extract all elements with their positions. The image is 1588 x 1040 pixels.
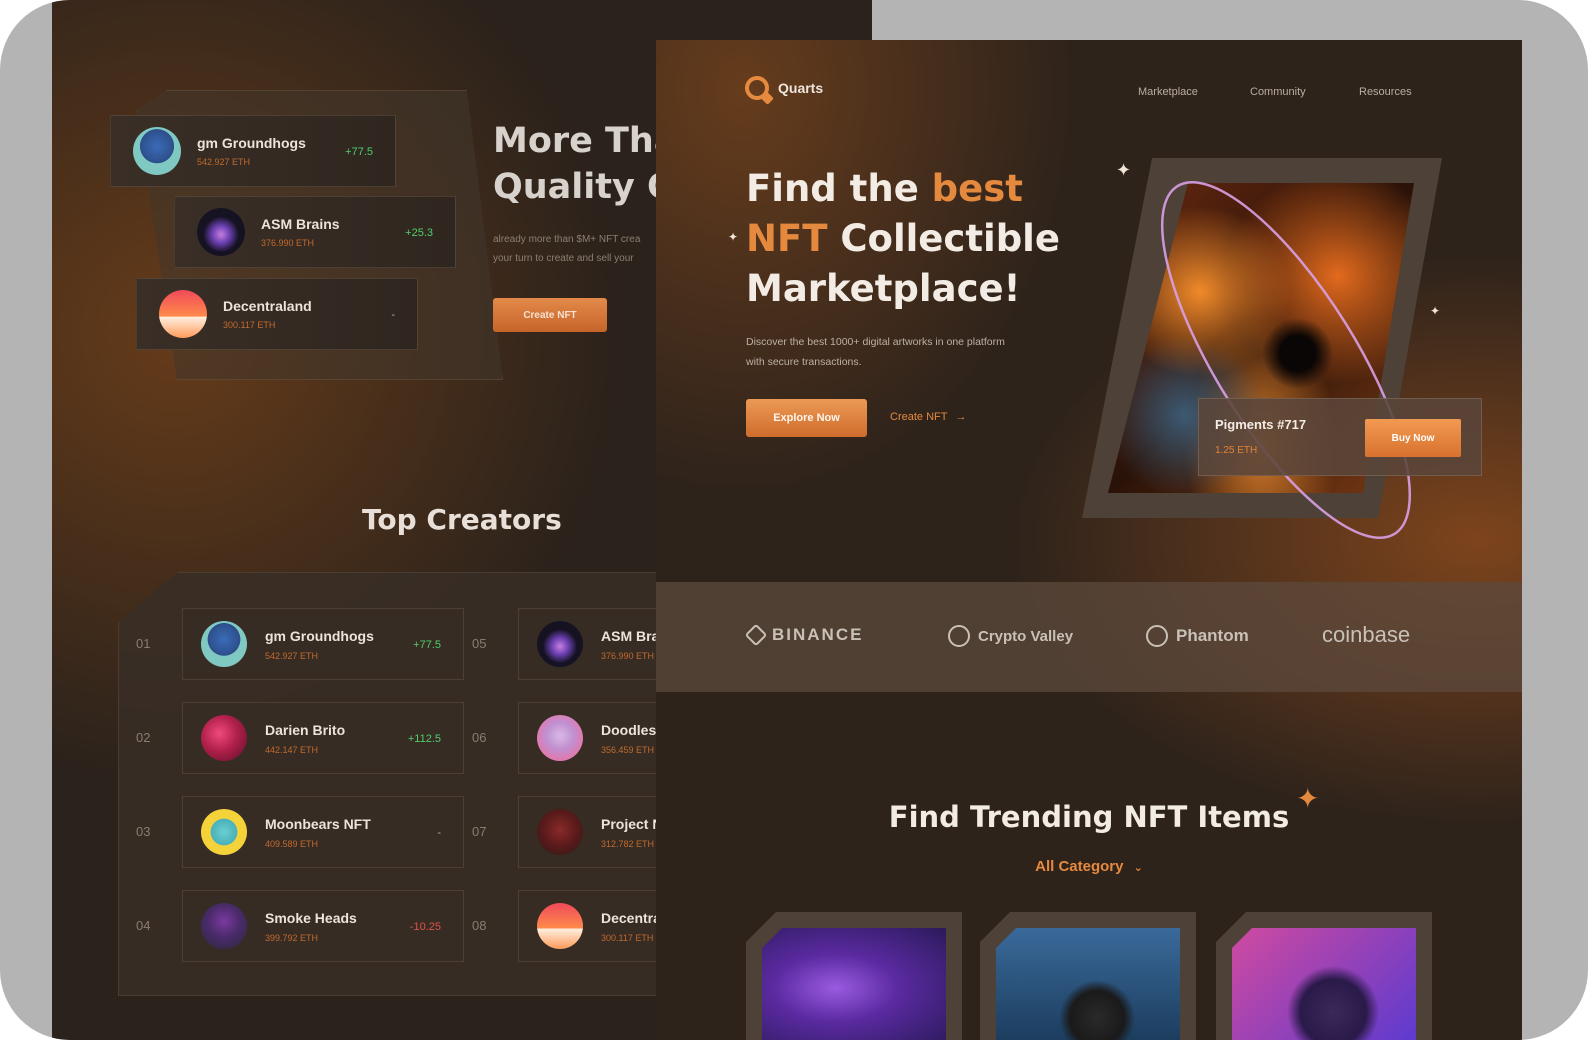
hero-headline: Find the best NFT Collectible Marketplac… — [746, 164, 1060, 314]
creator-row[interactable]: 02 Darien Brito 442.147 ETH +112.5 — [136, 702, 476, 774]
avatar — [133, 127, 181, 175]
creator-change: +77.5 — [345, 146, 373, 158]
creator-row[interactable]: 04 Smoke Heads 399.792 ETH -10.25 — [136, 890, 476, 962]
category-dropdown[interactable]: All Category ⌄ — [656, 858, 1522, 875]
front-screen: Quarts Marketplace Community Resources F… — [656, 40, 1522, 1040]
nav-community[interactable]: Community — [1250, 86, 1306, 98]
create-nft-button[interactable]: Create NFT — [493, 298, 607, 332]
creator-name: Smoke Heads — [265, 909, 357, 926]
phantom-icon — [1146, 625, 1168, 647]
screenshot-frame: gm Groundhogs 542.927 ETH +77.5 ASM Brai… — [0, 0, 1588, 1040]
creator-name: Doodles — [601, 721, 657, 738]
hero-subtitle: Discover the best 1000+ digital artworks… — [746, 336, 1005, 368]
nft-card-image[interactable] — [1232, 928, 1416, 1040]
crypto-valley-icon — [948, 625, 970, 647]
creator-change: +112.5 — [407, 733, 441, 745]
avatar — [537, 903, 583, 949]
creator-name: gm Groundhogs — [197, 135, 306, 151]
partner-coinbase[interactable]: coinbase — [1322, 622, 1410, 648]
creator-name: gm Groundhogs — [265, 627, 374, 644]
explore-now-button[interactable]: Explore Now — [746, 399, 867, 437]
sparkle-icon: ✦ — [1430, 304, 1441, 318]
creator-name: ASM Brains — [261, 216, 340, 232]
featured-price-card: Pigments #717 1.25 ETH Buy Now — [1198, 398, 1482, 476]
nft-card-image[interactable] — [996, 928, 1180, 1040]
creator-eth: 376.990 ETH — [261, 238, 315, 248]
avatar — [159, 290, 207, 338]
headline-accent: best — [931, 167, 1023, 210]
partner-label: Phantom — [1176, 626, 1249, 645]
creator-rank: 06 — [472, 730, 487, 745]
creator-rank: 01 — [136, 636, 151, 651]
partner-label: BINANCE — [772, 625, 864, 644]
creator-row[interactable]: 01 gm Groundhogs 542.927 ETH +77.5 — [136, 608, 476, 680]
creator-eth: 542.927 ETH — [265, 650, 319, 661]
arrow-right-icon: → — [955, 411, 967, 423]
creator-eth: 442.147 ETH — [265, 744, 319, 755]
avatar — [201, 621, 247, 667]
nav-marketplace[interactable]: Marketplace — [1138, 86, 1198, 98]
partner-crypto-valley[interactable]: Crypto Valley — [948, 625, 1073, 647]
creator-rank: 07 — [472, 824, 487, 839]
featured-price: 1.25 ETH — [1215, 445, 1258, 456]
featured-name: Pigments #717 — [1215, 417, 1307, 432]
headline-accent: NFT — [746, 217, 828, 260]
avatar — [537, 621, 583, 667]
stack-card[interactable]: ASM Brains 376.990 ETH +25.3 — [174, 196, 456, 268]
headline-part: Collectible — [827, 217, 1060, 260]
nft-card-image[interactable] — [762, 928, 946, 1040]
trending-title: Find Trending NFT Items — [888, 800, 1290, 834]
avatar — [201, 715, 247, 761]
quarts-logo-icon — [745, 76, 769, 100]
creator-name: Decentraland — [223, 298, 312, 314]
creator-change: +77.5 — [413, 639, 441, 651]
partner-binance[interactable]: BINANCE — [744, 623, 864, 647]
avatar — [537, 809, 583, 855]
creator-eth: 409.589 ETH — [265, 838, 319, 849]
brand-name: Quarts — [778, 80, 824, 96]
brand-logo[interactable]: Quarts — [745, 76, 823, 100]
category-label: All Category — [1035, 858, 1124, 875]
binance-icon — [744, 623, 768, 647]
avatar — [197, 208, 245, 256]
creator-name: Darien Brito — [265, 721, 346, 738]
sparkle-icon: ✦ — [1296, 783, 1320, 814]
nav-resources[interactable]: Resources — [1359, 86, 1412, 98]
creator-rank: 08 — [472, 918, 487, 933]
creator-rank: 03 — [136, 824, 151, 839]
orbit-ring-icon — [1160, 180, 1412, 540]
creator-rank: 04 — [136, 918, 151, 933]
avatar — [201, 903, 247, 949]
sparkle-icon: ✦ — [1116, 160, 1132, 180]
back-hero-title: More Tha Quality C — [493, 121, 678, 207]
headline-part: Marketplace! — [746, 267, 1021, 310]
avatar — [537, 715, 583, 761]
headline-part: Find the — [746, 167, 932, 210]
create-nft-link[interactable]: Create NFT → — [890, 411, 966, 423]
creator-change: - — [391, 309, 395, 321]
partners-strip: BINANCE Crypto Valley Phantom coinbase — [656, 582, 1522, 692]
creator-eth: 399.792 ETH — [265, 932, 319, 943]
creator-change: - — [437, 827, 441, 839]
creator-rank: 02 — [136, 730, 151, 745]
chevron-down-icon: ⌄ — [1133, 862, 1143, 874]
create-nft-label: Create NFT — [890, 411, 948, 423]
creator-change: +25.3 — [405, 227, 433, 239]
stack-card[interactable]: Decentraland 300.117 ETH - — [136, 278, 418, 350]
partner-label: Crypto Valley — [978, 627, 1074, 645]
creator-change: -10.25 — [409, 921, 441, 933]
creator-eth: 542.927 ETH — [197, 157, 251, 167]
sparkle-icon: ✦ — [728, 230, 739, 244]
avatar — [201, 809, 247, 855]
top-creators-title: Top Creators — [362, 503, 562, 536]
creator-eth: 356.459 ETH — [601, 744, 655, 755]
partner-label: coinbase — [1322, 622, 1411, 647]
buy-now-button[interactable]: Buy Now — [1365, 419, 1461, 457]
creator-eth: 300.117 ETH — [223, 320, 276, 330]
creator-name: Moonbears NFT — [265, 815, 371, 832]
creator-rank: 05 — [472, 636, 487, 651]
creator-row[interactable]: 03 Moonbears NFT 409.589 ETH - — [136, 796, 476, 868]
partner-phantom[interactable]: Phantom — [1146, 625, 1249, 647]
stack-card[interactable]: gm Groundhogs 542.927 ETH +77.5 — [110, 115, 396, 187]
